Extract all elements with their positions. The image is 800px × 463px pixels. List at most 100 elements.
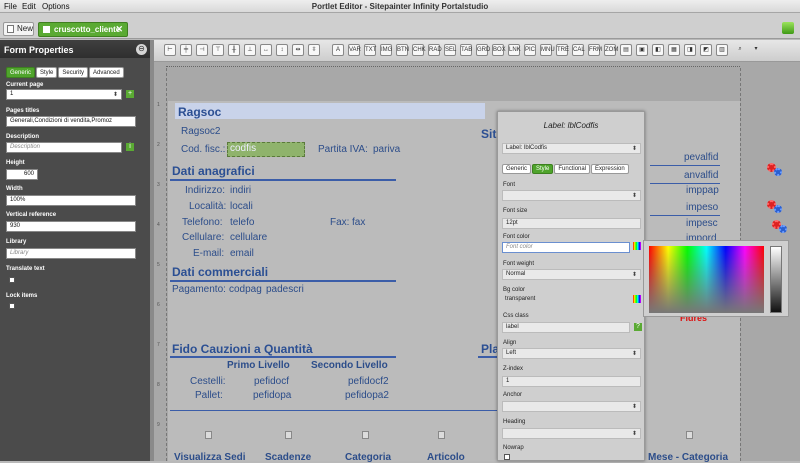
same-width-icon[interactable]: ↔	[260, 44, 272, 56]
cellulare-label[interactable]: Cellulare:	[182, 232, 224, 243]
variable-tool-icon[interactable]: VAR	[348, 44, 361, 56]
anchor-select[interactable]: ⬍	[502, 401, 641, 412]
fax-label[interactable]: Fax:	[330, 217, 349, 228]
checkbox-tool-icon[interactable]: CHK	[412, 44, 426, 56]
portlet-tool-icon[interactable]: ▣	[636, 44, 648, 56]
link-tool-icon[interactable]: LNK	[508, 44, 521, 56]
align-left-icon[interactable]: ⊢	[164, 44, 176, 56]
align-select[interactable]: Left ⬍	[502, 348, 641, 359]
image-placeholder-icon[interactable]	[438, 431, 445, 439]
grid-tool-icon[interactable]: GRD	[476, 44, 490, 56]
calendar-tool-icon[interactable]: CAL	[572, 44, 585, 56]
align-middle-icon[interactable]: ╫	[228, 44, 240, 56]
cellulare-value[interactable]: cellulare	[230, 232, 267, 243]
pagamento-codpag[interactable]: codpag	[229, 284, 262, 295]
close-tab-icon[interactable]: ✕	[115, 23, 123, 36]
gears-icon[interactable]	[772, 220, 788, 234]
right-value[interactable]: impesc	[686, 218, 718, 229]
section-commerciali[interactable]: Dati commerciali	[172, 265, 268, 279]
cestelli-label[interactable]: Cestelli:	[190, 376, 226, 387]
link-mese-categoria[interactable]: Mese - Categoria	[648, 452, 728, 463]
link-scadenze[interactable]: Scadenze	[265, 452, 311, 463]
gears-icon[interactable]	[767, 163, 783, 177]
save-icon[interactable]	[782, 22, 794, 34]
button-tool-icon[interactable]: BTN	[396, 44, 409, 56]
codfisc-label[interactable]: Cod. fisc.:	[181, 144, 225, 155]
section-anagrafici[interactable]: Dati anagrafici	[172, 164, 255, 178]
same-height-icon[interactable]: ↕	[276, 44, 288, 56]
image-placeholder-icon[interactable]	[285, 431, 292, 439]
email-label[interactable]: E-mail:	[193, 248, 224, 259]
pagamento-label[interactable]: Pagamento:	[172, 284, 226, 295]
space-h-icon[interactable]: ⇹	[292, 44, 304, 56]
email-value[interactable]: email	[230, 248, 254, 259]
tab-style[interactable]: Style	[36, 67, 58, 78]
z-index-input[interactable]: 1	[502, 376, 641, 387]
picture-tool-icon[interactable]: PIC	[524, 44, 536, 56]
fax-value[interactable]: fax	[352, 217, 365, 228]
height-input[interactable]: 600	[6, 169, 38, 180]
color-spectrum[interactable]	[649, 246, 764, 313]
pagamento-padescri[interactable]: padescri	[266, 284, 304, 295]
space-v-icon[interactable]: ⇳	[308, 44, 320, 56]
font-weight-select[interactable]: Normal ⬍	[502, 269, 641, 280]
link-categoria[interactable]: Categoria	[345, 452, 391, 463]
combobox-tool-icon[interactable]: SEL	[444, 44, 456, 56]
tabs-tool-icon[interactable]: TAB	[460, 44, 472, 56]
lock-items-checkbox[interactable]	[9, 303, 15, 309]
zoom-tool-icon[interactable]: ZOM	[604, 44, 618, 56]
pallet-primo[interactable]: pefidopa	[253, 390, 291, 401]
align-right-icon[interactable]: ⊣	[196, 44, 208, 56]
right-value[interactable]: impeso	[686, 202, 718, 213]
align-top-icon[interactable]: ⊤	[212, 44, 224, 56]
brightness-slider[interactable]	[770, 246, 782, 313]
image-placeholder-icon[interactable]	[686, 431, 693, 439]
right-value[interactable]: imppap	[686, 185, 719, 196]
gears-icon[interactable]	[767, 200, 783, 214]
telefono-value[interactable]: telefo	[230, 217, 254, 228]
indirizzo-value[interactable]: indiri	[230, 185, 251, 196]
nowrap-checkbox[interactable]	[504, 454, 510, 460]
piva-value[interactable]: pariva	[373, 144, 400, 155]
color-picker-icon[interactable]	[633, 242, 641, 250]
frame-tool-icon[interactable]: FRM	[588, 44, 602, 56]
layer-tool-icon[interactable]: ◧	[652, 44, 664, 56]
image-tool-icon[interactable]: IMG	[380, 44, 392, 56]
piva-label[interactable]: Partita IVA:	[318, 144, 368, 155]
pallet-label[interactable]: Pallet:	[195, 390, 223, 401]
chart-tool-icon[interactable]: ▤	[620, 44, 632, 56]
translate-text-checkbox[interactable]	[9, 277, 15, 283]
link-visualizza-sedi[interactable]: Visualizza Sedi	[174, 452, 246, 463]
tab-generic[interactable]: Generic	[6, 67, 36, 78]
table-tool-icon[interactable]: ▦	[668, 44, 680, 56]
edit-description-icon[interactable]: i	[126, 143, 134, 151]
cestelli-secondo[interactable]: pefidocf2	[348, 376, 389, 387]
add-page-icon[interactable]: +	[126, 90, 134, 98]
localita-value[interactable]: locali	[230, 201, 253, 212]
help-icon[interactable]: ?	[634, 323, 642, 331]
indirizzo-label[interactable]: Indirizzo:	[185, 185, 225, 196]
align-bottom-icon[interactable]: ⊥	[244, 44, 256, 56]
tab-security[interactable]: Security	[58, 67, 89, 78]
document-tab[interactable]: cruscotto_cliente ✕	[38, 22, 128, 37]
css-class-input[interactable]: label	[502, 322, 630, 333]
tree-tool-icon[interactable]: TRE	[556, 44, 569, 56]
image-placeholder-icon[interactable]	[205, 431, 212, 439]
radio-tool-icon[interactable]: RAD	[428, 44, 442, 56]
vertical-reference-input[interactable]: 930	[6, 221, 136, 232]
ragsoc2-field[interactable]: Ragsoc2	[181, 126, 220, 137]
script-tool-icon[interactable]: ◩	[700, 44, 712, 56]
textbox-tool-icon[interactable]: TXT	[364, 44, 376, 56]
localita-label[interactable]: Località:	[189, 201, 226, 212]
pages-titles-input[interactable]: Generali,Condizioni di vendita,Promoz	[6, 116, 136, 127]
collapse-panel-icon[interactable]: ⊖	[136, 44, 147, 55]
chevron-down-icon[interactable]: ▾	[750, 44, 762, 56]
cestelli-primo[interactable]: pefidocf	[254, 376, 289, 387]
new-button[interactable]: New	[3, 22, 34, 36]
tab-expression[interactable]: Expression	[591, 164, 629, 174]
telefono-label[interactable]: Telefono:	[182, 217, 223, 228]
tab-generic[interactable]: Generic	[502, 164, 532, 174]
more-tool-icon[interactable]: ▥	[716, 44, 728, 56]
html-tool-icon[interactable]: ◨	[684, 44, 696, 56]
ragsoc-field[interactable]: Ragsoc	[175, 103, 485, 119]
